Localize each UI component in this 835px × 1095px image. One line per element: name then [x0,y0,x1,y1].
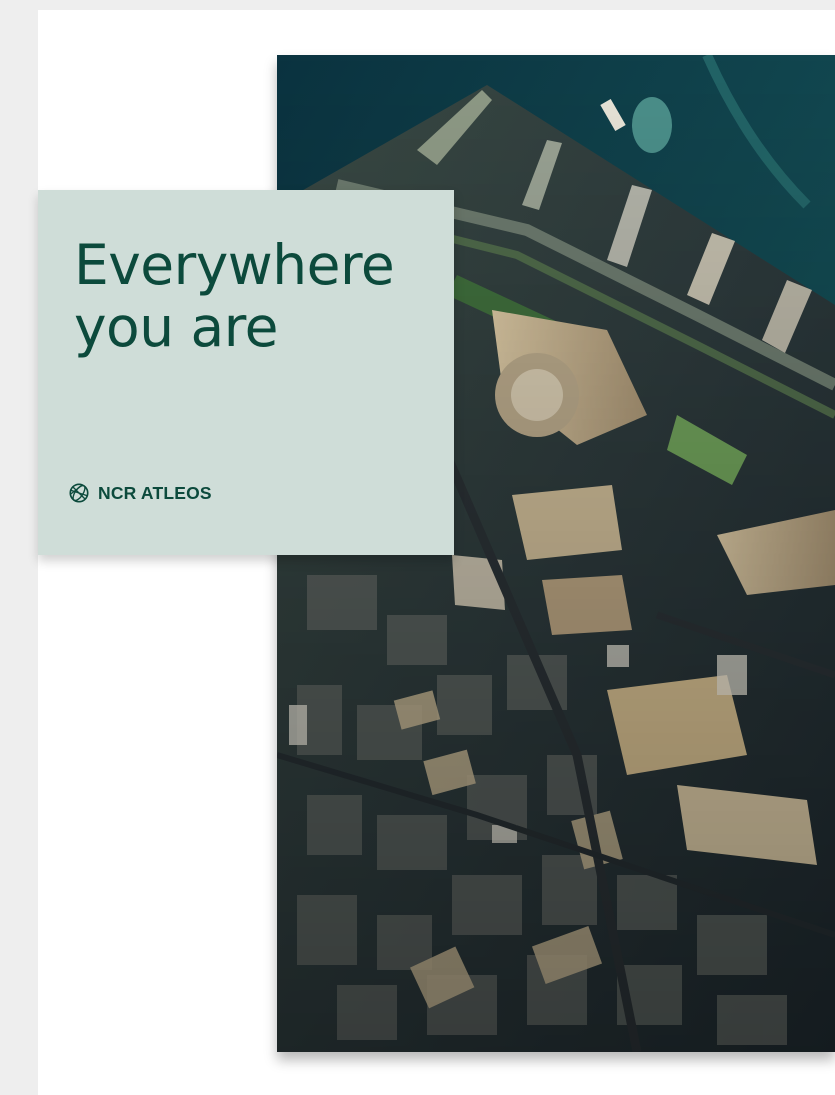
headline-line-2: you are [74,295,279,359]
title-card: Everywhere you are NCR ATLEOS [38,190,454,555]
brand-logo: NCR ATLEOS [68,482,212,504]
brand-name: NCR ATLEOS [98,482,212,503]
headline-line-1: Everywhere [74,233,395,297]
headline: Everywhere you are [74,233,395,359]
globe-icon [69,483,89,503]
